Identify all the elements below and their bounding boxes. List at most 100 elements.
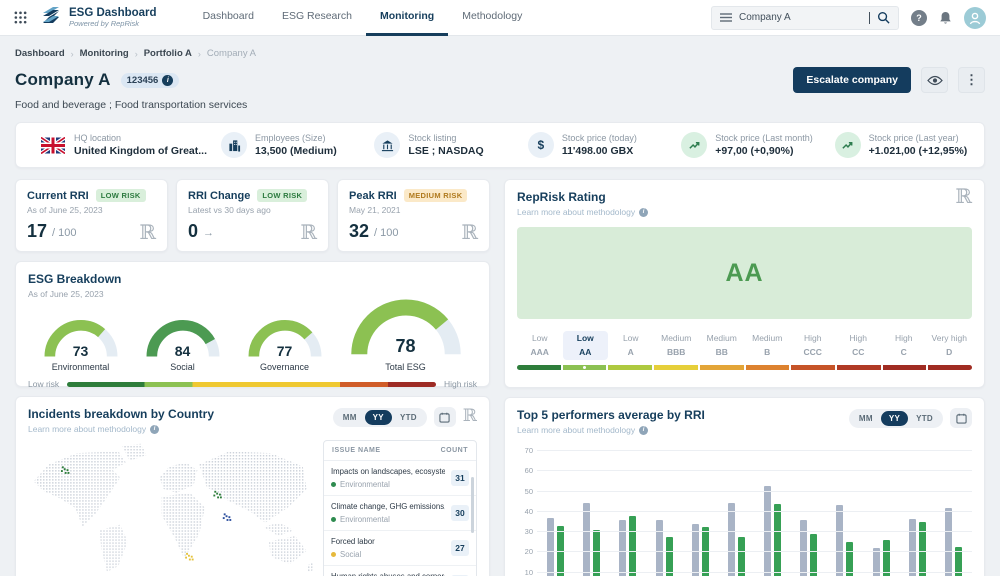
period-yy[interactable]: YY	[881, 411, 908, 426]
col-issue-name: ISSUE NAME	[332, 447, 381, 454]
info-item-stock-price-today-: $Stock price (today)11'498.00 GBX	[514, 132, 667, 158]
search-icon[interactable]	[877, 11, 890, 24]
card-rri-change[interactable]: RRI ChangeLOW RISKLatest vs 30 days ago0…	[176, 179, 329, 252]
breadcrumb: Dashboard›Monitoring›Portfolio A›Company…	[15, 48, 985, 59]
incidents-methodology-link[interactable]: Learn more about methodologyi	[28, 424, 333, 434]
rri-card-subtitle: Latest vs 30 days ago	[188, 205, 317, 215]
logo[interactable]: ESG Dashboard Powered by RepRisk	[39, 5, 157, 30]
category-label: Social	[340, 550, 361, 559]
calendar-icon[interactable]	[434, 407, 456, 427]
company-info-strip: HQ locationUnited Kingdom of Great...Emp…	[15, 122, 985, 168]
rating-segment-aa	[563, 365, 607, 370]
gridline-40	[537, 511, 972, 512]
search-input[interactable]: Company A	[739, 12, 868, 23]
bar-top-performers	[629, 516, 636, 576]
rating-cc[interactable]: HighCC	[836, 331, 882, 360]
gauge-governance: 77Governance	[247, 317, 323, 372]
issue-count: 30	[451, 505, 469, 521]
nav-item-dashboard[interactable]: Dashboard	[189, 0, 268, 36]
info-text: Employees (Size)13,500 (Medium)	[255, 133, 337, 157]
company-header: Company A 123456 i Escalate company ⋮	[15, 67, 985, 93]
trend-icon	[835, 132, 861, 158]
bar-group-10[interactable]	[873, 540, 890, 576]
card-current-rri[interactable]: Current RRILOW RISKAs of June 25, 202317…	[15, 179, 168, 252]
watch-button[interactable]	[921, 67, 948, 93]
bar-group-1[interactable]	[547, 518, 564, 576]
rating-c[interactable]: HighC	[881, 331, 927, 360]
rating-segment-aaa	[517, 365, 561, 370]
bar-group-6[interactable]	[728, 503, 745, 576]
more-options-button[interactable]: ⋮	[958, 67, 985, 93]
rating-methodology-link[interactable]: Learn more about methodologyi	[517, 207, 972, 217]
bell-icon[interactable]	[939, 11, 952, 25]
reprisk-logo: ℝ	[463, 410, 477, 424]
gridline-50	[537, 491, 972, 492]
avatar[interactable]	[964, 7, 986, 29]
dollar-icon: $	[528, 132, 554, 158]
period-mm[interactable]: MM	[335, 410, 365, 425]
breadcrumb-portfolio-a[interactable]: Portfolio A	[144, 48, 192, 59]
bar-group-11[interactable]	[909, 519, 926, 576]
period-ytd[interactable]: YTD	[392, 410, 425, 425]
table-row[interactable]: Human rights abuses and corporate co...S…	[324, 566, 476, 576]
page: ESG Dashboard Powered by RepRisk Dashboa…	[0, 0, 1000, 576]
rating-b[interactable]: MediumB	[745, 331, 791, 360]
rating-aa[interactable]: LowAA	[563, 331, 609, 360]
rating-grade-label: B	[745, 347, 791, 357]
issues-table: ISSUE NAME COUNT Impacts on landscapes, …	[323, 440, 477, 576]
rating-grade-label: AAA	[517, 347, 563, 357]
rating-ccc[interactable]: HighCCC	[790, 331, 836, 360]
breadcrumb-monitoring[interactable]: Monitoring	[80, 48, 129, 59]
table-scrollbar[interactable]	[471, 477, 474, 533]
company-sectors: Food and beverage ; Food transportation …	[15, 99, 985, 111]
rating-a[interactable]: LowA	[608, 331, 654, 360]
help-icon[interactable]: ?	[911, 10, 927, 26]
table-row[interactable]: Impacts on landscapes, ecosystems an...E…	[324, 461, 476, 496]
info-text: Stock price (Last month)+97,00 (+0,90%)	[715, 133, 813, 157]
info-icon[interactable]: i	[162, 75, 173, 86]
rating-d[interactable]: Very highD	[927, 331, 973, 360]
rating-grade-label: BBB	[654, 347, 700, 357]
reprisk-logo: ℝ	[139, 224, 156, 240]
breadcrumb-dashboard[interactable]: Dashboard	[15, 48, 65, 59]
bar-group-12[interactable]	[945, 508, 962, 576]
table-row[interactable]: Forced laborSocial27	[324, 531, 476, 566]
search-filter-icon[interactable]	[720, 13, 732, 22]
calendar-icon[interactable]	[950, 408, 972, 428]
rating-bbb[interactable]: MediumBBB	[654, 331, 700, 360]
bar-group-8[interactable]	[800, 520, 817, 576]
app-grid-icon[interactable]	[14, 11, 27, 24]
period-ytd[interactable]: YTD	[908, 411, 941, 426]
bar-group-9[interactable]	[836, 505, 853, 576]
bar-group-2[interactable]	[583, 503, 600, 576]
info-value: 13,500 (Medium)	[255, 145, 337, 157]
risk-gradient-bar	[67, 382, 436, 387]
company-id-badge[interactable]: 123456 i	[121, 73, 180, 88]
gauge-label: Total ESG	[349, 362, 463, 372]
period-yy[interactable]: YY	[365, 410, 392, 425]
bar-group-3[interactable]	[619, 516, 636, 576]
search-box[interactable]: Company A	[711, 6, 899, 30]
issue-cell: Human rights abuses and corporate co...S…	[331, 572, 445, 576]
escalate-company-button[interactable]: Escalate company	[793, 67, 911, 93]
performers-title: Top 5 performers average by RRI	[517, 408, 849, 422]
performers-methodology-link[interactable]: Learn more about methodologyi	[517, 425, 849, 435]
rri-cards-row: Current RRILOW RISKAs of June 25, 202317…	[15, 179, 490, 252]
table-row[interactable]: Climate change, GHG emissions, and gl...…	[324, 496, 476, 531]
period-mm[interactable]: MM	[851, 411, 881, 426]
world-map[interactable]	[28, 440, 315, 576]
nav-item-monitoring[interactable]: Monitoring	[366, 0, 448, 36]
nav-item-esg-research[interactable]: ESG Research	[268, 0, 366, 36]
bar-group-4[interactable]	[656, 520, 673, 576]
incidents-period-toggle: MMYYYTD	[333, 408, 427, 427]
gauge-label: Environmental	[43, 362, 119, 372]
bar-portfolio-average	[583, 503, 590, 576]
gauge-environmental: 73Environmental	[43, 317, 119, 372]
rating-bb[interactable]: MediumBB	[699, 331, 745, 360]
card-peak-rri[interactable]: Peak RRIMEDIUM RISKMay 21, 202132/ 100ℝ	[337, 179, 490, 252]
rating-grade-label: BB	[699, 347, 745, 357]
info-value: +1.021,00 (+12,95%)	[869, 145, 968, 157]
rating-aaa[interactable]: LowAAA	[517, 331, 563, 360]
category-label: Environmental	[340, 515, 390, 524]
nav-item-methodology[interactable]: Methodology	[448, 0, 536, 36]
